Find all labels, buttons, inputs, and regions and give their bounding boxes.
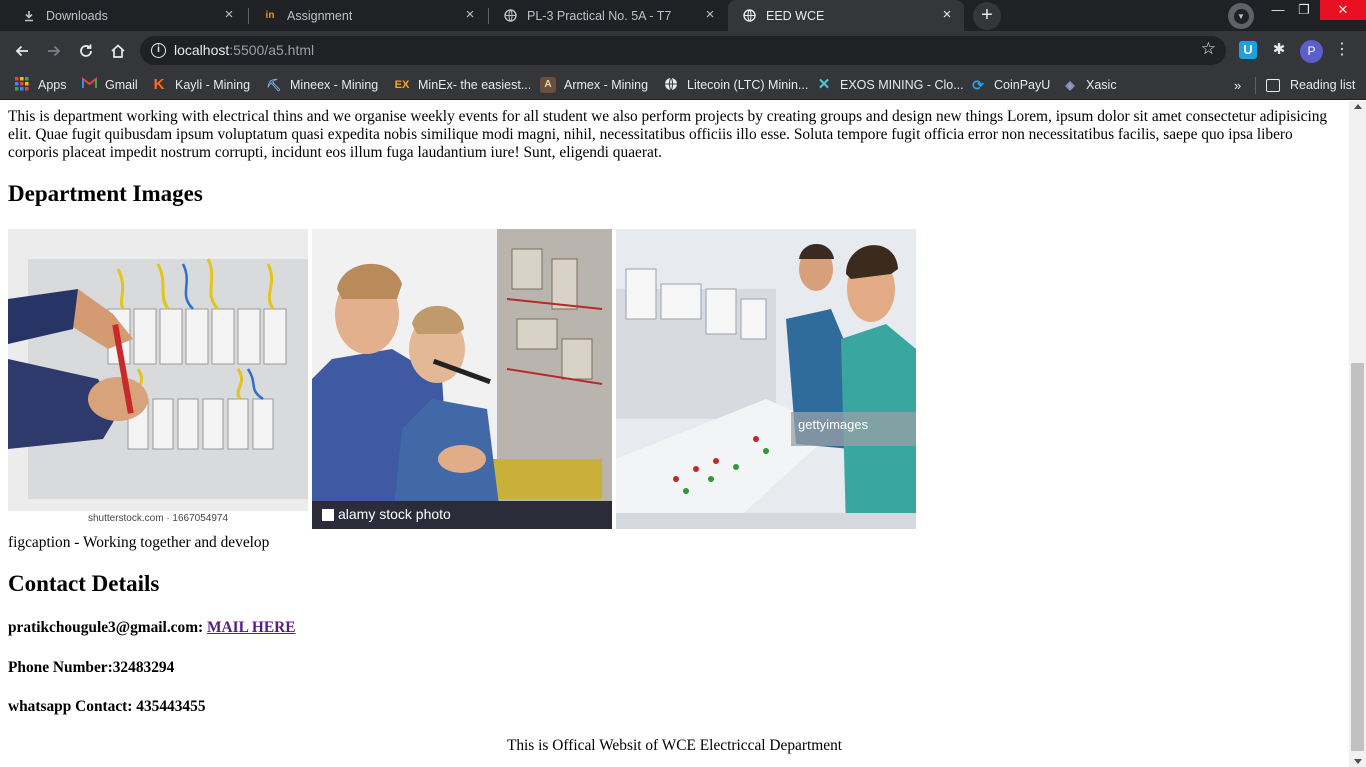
- mail-link[interactable]: MAIL HERE: [207, 619, 296, 636]
- toolbar: i localhost:5500/a5.html ☆ U ✱ P ⋮: [0, 31, 1366, 70]
- restore-button[interactable]: ❐: [1284, 0, 1324, 20]
- extensions-puzzle-icon[interactable]: ✱: [1270, 41, 1288, 59]
- image-watermark: shutterstock.com · 1667054974: [87, 513, 229, 524]
- department-image-3: gettyimages: [616, 229, 916, 529]
- intro-paragraph: This is department working with electric…: [8, 108, 1328, 161]
- bookmark-armex[interactable]: A Armex - Mining: [540, 75, 648, 95]
- reading-list-icon: [1266, 78, 1280, 92]
- page-scrollbar[interactable]: [1349, 101, 1366, 767]
- bookmark-mineex[interactable]: ⛏ Mineex - Mining: [266, 75, 378, 95]
- reload-icon: [80, 44, 92, 57]
- tab-assignment[interactable]: in Assignment ×: [249, 0, 487, 31]
- globe-icon: [663, 77, 679, 93]
- page-viewport: This is department working with electric…: [0, 101, 1349, 767]
- bookmark-apps[interactable]: Apps: [14, 75, 67, 95]
- tab-search-button[interactable]: ▼: [1228, 3, 1254, 29]
- bookmark-label: Gmail: [105, 78, 138, 92]
- tab-label: Assignment: [287, 8, 353, 23]
- forward-arrow-icon: [48, 45, 61, 57]
- download-icon: [22, 9, 36, 23]
- bookmark-label: Kayli - Mining: [175, 78, 251, 92]
- globe-icon: [742, 9, 756, 23]
- scroll-thumb[interactable]: [1351, 363, 1364, 751]
- bookmark-label: Apps: [38, 78, 67, 92]
- address-bar[interactable]: i localhost:5500/a5.html ☆: [140, 36, 1226, 65]
- contact-heading: Contact Details: [8, 571, 160, 596]
- x-logo-icon: ✕: [817, 76, 831, 93]
- bookmark-star-icon[interactable]: ☆: [1201, 39, 1216, 59]
- reload-button[interactable]: [72, 37, 100, 65]
- url-path: :5500/a5.html: [229, 42, 315, 58]
- mineex-icon: ⛏: [266, 78, 282, 92]
- department-image-2: alamy stock photo: [312, 229, 612, 529]
- bookmark-label: CoinPayU: [994, 78, 1051, 92]
- close-icon[interactable]: ×: [703, 7, 717, 22]
- tab-label: EED WCE: [766, 8, 825, 23]
- close-icon[interactable]: ×: [463, 7, 477, 22]
- tab-label: PL-3 Practical No. 5A - T7: [527, 8, 672, 23]
- email-line: pratikchougule3@gmail.com: MAIL HERE: [8, 619, 296, 637]
- bookmark-gmail[interactable]: Gmail: [81, 75, 138, 95]
- scroll-down-arrow-icon[interactable]: [1354, 759, 1362, 764]
- bookmark-label: Armex - Mining: [564, 78, 649, 92]
- bookmark-kayli[interactable]: K Kayli - Mining: [151, 75, 250, 95]
- phone-number: Phone Number:32483294: [8, 659, 175, 676]
- coinpayu-icon: ⟳: [972, 77, 984, 93]
- k-logo-icon: K: [153, 76, 165, 93]
- tab-label: Downloads: [46, 8, 108, 23]
- forward-button[interactable]: [40, 37, 68, 65]
- in-logo-icon: in: [265, 10, 275, 21]
- department-figure: shutterstock.com · 1667054974 alamy stoc…: [8, 229, 918, 529]
- home-icon: [111, 44, 125, 58]
- bookmark-label: EXOS MINING - Clo...: [840, 78, 964, 92]
- bookmark-label: MinEx- the easiest...: [418, 78, 532, 92]
- whatsapp-contact: whatsapp Contact: 435443455: [8, 698, 206, 715]
- scroll-up-arrow-icon[interactable]: [1354, 104, 1362, 109]
- address-url: localhost:5500/a5.html: [174, 42, 314, 58]
- bookmarks-separator: [1255, 77, 1256, 94]
- ex-logo-icon: EX: [394, 79, 410, 91]
- tab-strip: Downloads × in Assignment × PL-3 Practic…: [0, 0, 1366, 31]
- bookmark-label: Xasic: [1086, 78, 1117, 92]
- chevron-down-icon: ▼: [1233, 8, 1249, 24]
- back-arrow-icon: [15, 45, 28, 57]
- reading-list-label: Reading list: [1290, 78, 1356, 92]
- url-host: localhost: [174, 42, 230, 58]
- figure-caption: figcaption - Working together and develo…: [8, 534, 270, 551]
- bookmark-label: Mineex - Mining: [290, 78, 379, 92]
- reading-list-button[interactable]: Reading list: [1266, 75, 1355, 95]
- apps-grid-icon: [14, 77, 30, 93]
- more-bookmarks-button[interactable]: »: [1234, 78, 1241, 93]
- image-watermark: gettyimages: [798, 417, 869, 432]
- close-icon[interactable]: ×: [222, 7, 236, 22]
- globe-icon: [503, 9, 517, 23]
- email-label: pratikchougule3@gmail.com:: [8, 619, 204, 636]
- tab-downloads[interactable]: Downloads ×: [8, 0, 246, 31]
- gmail-icon: [81, 76, 97, 93]
- tab-pl3-practical[interactable]: PL-3 Practical No. 5A - T7 ×: [489, 0, 727, 31]
- more-menu-icon[interactable]: ⋮: [1334, 39, 1350, 59]
- bookmark-coinpayu[interactable]: ⟳ CoinPayU: [970, 75, 1050, 95]
- back-button[interactable]: [8, 37, 36, 65]
- xasic-icon: ◈: [1065, 78, 1075, 92]
- bookmark-minex[interactable]: EX MinEx- the easiest...: [394, 75, 532, 95]
- bookmarks-bar: Apps Gmail K Kayli - Mining ⛏ Mineex - M…: [0, 70, 1366, 100]
- bookmark-litecoin[interactable]: Litecoin (LTC) Minin...: [663, 75, 808, 95]
- profile-avatar[interactable]: P: [1300, 40, 1323, 63]
- tab-eed-wce[interactable]: EED WCE ×: [728, 0, 964, 31]
- window-close-button[interactable]: ✕: [1320, 0, 1366, 20]
- new-tab-button[interactable]: +: [973, 2, 1001, 30]
- extension-u-icon[interactable]: U: [1239, 41, 1257, 59]
- bookmark-exos[interactable]: ✕ EXOS MINING - Clo...: [816, 75, 964, 95]
- armex-icon: A: [540, 77, 556, 93]
- department-image-1: shutterstock.com · 1667054974: [8, 229, 308, 529]
- home-button[interactable]: [104, 37, 132, 65]
- info-icon[interactable]: i: [151, 43, 166, 58]
- footer-text: This is Offical Websit of WCE Electricca…: [506, 737, 843, 754]
- close-icon[interactable]: ×: [940, 7, 954, 22]
- images-heading: Department Images: [8, 181, 203, 206]
- bookmark-xasic[interactable]: ◈ Xasic: [1062, 75, 1117, 95]
- image-watermark: alamy stock photo: [338, 506, 451, 522]
- bookmark-label: Litecoin (LTC) Minin...: [687, 78, 809, 92]
